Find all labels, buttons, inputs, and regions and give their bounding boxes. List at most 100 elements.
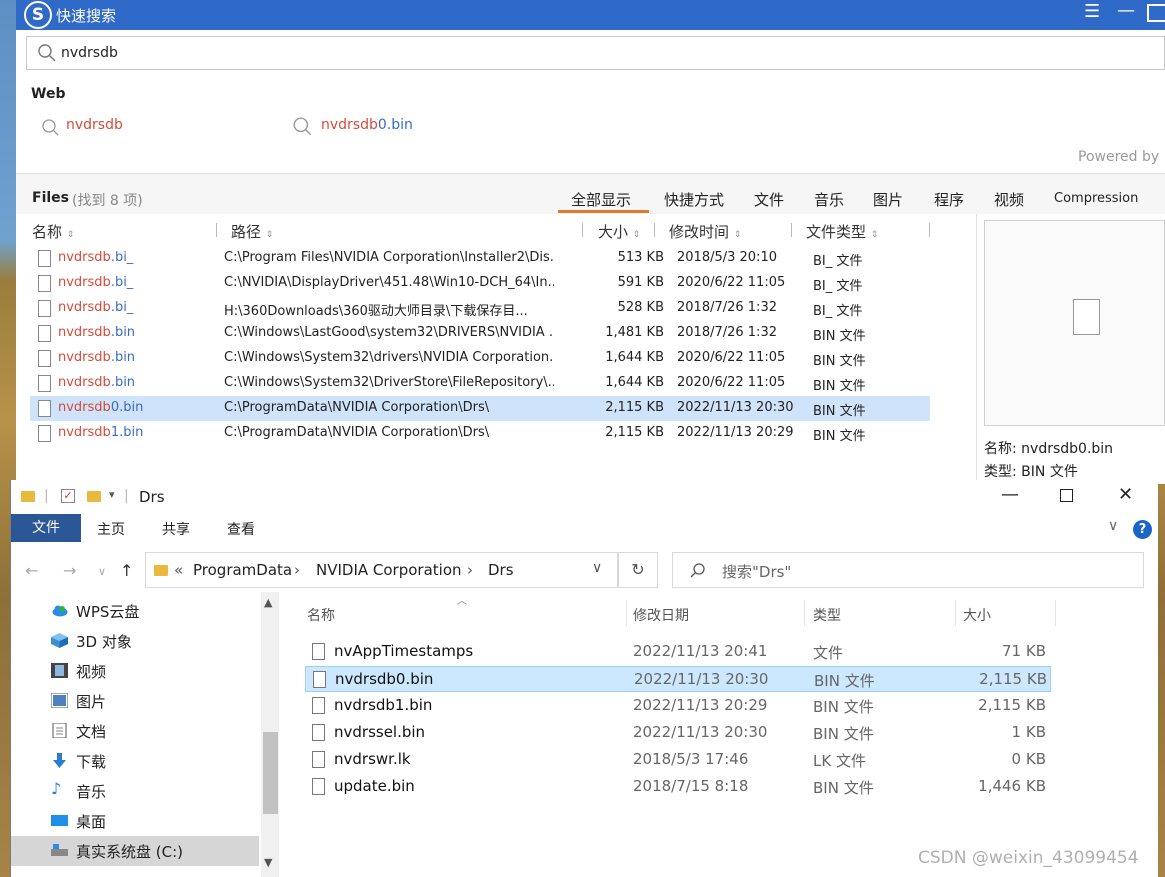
properties-icon[interactable]: ✓ [61, 489, 75, 503]
back-arrow-icon[interactable]: ← [25, 561, 38, 580]
result-row-selected[interactable]: nvdrsdb0.bin C:\ProgramData\NVIDIA Corpo… [30, 396, 930, 421]
nav-item-pictures[interactable]: 图片 [51, 686, 269, 716]
tab-all[interactable]: 全部显示 [571, 189, 631, 210]
result-path: C:\Windows\System32\drivers\NVIDIA Corpo… [224, 350, 554, 365]
breadcrumb-item[interactable]: Drs [488, 561, 514, 579]
search-input[interactable]: 搜索"Drs" [722, 561, 791, 582]
web-suggestion[interactable]: nvdrsdb0.bin [321, 117, 413, 133]
tab-shortcuts[interactable]: 快捷方式 [664, 189, 724, 210]
tab-music[interactable]: 音乐 [814, 189, 844, 210]
scrollbar-thumb[interactable] [263, 732, 278, 814]
nav-item-3d-objects[interactable]: 3D 对象 [51, 626, 269, 656]
tab-videos[interactable]: 视频 [994, 189, 1024, 210]
col-size[interactable]: 大小 ⇕ [598, 221, 640, 242]
col-name[interactable]: 名称 ⇕ [32, 221, 74, 242]
column-separator[interactable] [955, 600, 956, 626]
col-type[interactable]: 文件类型 ⇕ [806, 221, 878, 242]
column-separator[interactable] [216, 223, 217, 237]
nav-item-downloads[interactable]: 下载 [51, 746, 269, 776]
search-box[interactable]: nvdrsdb [26, 36, 1165, 70]
nav-item-music[interactable]: ♪ 音乐 [51, 776, 269, 806]
scroll-up-arrow-icon[interactable]: ▲ [264, 596, 272, 609]
column-separator[interactable] [626, 600, 627, 626]
tab-compression[interactable]: Compression [1054, 191, 1138, 206]
maximize-button[interactable] [1147, 4, 1165, 22]
customize-toolbar-icon[interactable]: ▾ [109, 488, 115, 501]
result-name: nvdrsdb.bi_ [58, 275, 133, 290]
result-row[interactable]: nvdrsdb.bi_ C:\NVIDIA\DisplayDriver\451.… [30, 271, 930, 296]
result-row[interactable]: nvdrsdb.bin C:\Windows\LastGood\system32… [30, 321, 930, 346]
file-row-selected[interactable]: nvdrsdb0.bin 2022/11/13 20:30 BIN 文件 2,1… [305, 666, 1051, 692]
powered-by-label: Powered by [1078, 149, 1160, 165]
search-input[interactable]: nvdrsdb [61, 45, 118, 61]
result-row[interactable]: nvdrsdb.bin C:\Windows\System32\DriverSt… [30, 371, 930, 396]
file-row[interactable]: nvAppTimestamps 2022/11/13 20:41 文件 71 K… [305, 639, 1051, 665]
file-icon [38, 400, 51, 417]
nav-item-documents[interactable]: 文档 [51, 716, 269, 746]
tab-view[interactable]: 查看 [227, 519, 255, 539]
new-folder-icon[interactable] [87, 491, 101, 502]
nav-item-desktop[interactable]: 桌面 [51, 806, 269, 836]
search-box[interactable]: 搜索"Drs" [672, 552, 1144, 588]
close-button[interactable]: ✕ [1118, 484, 1133, 505]
column-separator[interactable] [929, 223, 930, 237]
col-path[interactable]: 路径 ⇕ [231, 221, 273, 242]
nav-item-label: 下载 [76, 753, 107, 771]
minimize-button[interactable]: — [1117, 0, 1135, 21]
scroll-down-arrow-icon[interactable]: ▼ [264, 856, 272, 869]
sort-icon: ⇕ [733, 230, 742, 240]
result-path: C:\ProgramData\NVIDIA Corporation\Drs\ [224, 400, 490, 415]
recent-locations-icon[interactable]: ∨ [98, 565, 106, 578]
col-modified[interactable]: 修改时间 ⇕ [669, 221, 741, 242]
chevron-right-icon[interactable]: › [467, 561, 473, 579]
web-suggestion[interactable]: nvdrsdb [66, 117, 123, 133]
breadcrumb-item[interactable]: ProgramData [193, 561, 292, 579]
tab-files[interactable]: 文件 [754, 189, 784, 210]
up-arrow-icon[interactable]: ↑ [120, 561, 133, 580]
result-row[interactable]: nvdrsdb.bi_ C:\Program Files\NVIDIA Corp… [30, 246, 930, 271]
column-separator[interactable] [1055, 600, 1056, 626]
address-bar[interactable]: « ProgramData › NVIDIA Corporation › Drs… [145, 552, 618, 588]
tab-file[interactable]: 文件 [11, 514, 81, 542]
nav-item-videos[interactable]: 视频 [51, 656, 269, 686]
result-row[interactable]: nvdrsdb.bin C:\Windows\System32\drivers\… [30, 346, 930, 371]
col-size[interactable]: 大小 [963, 605, 991, 625]
column-separator[interactable] [804, 600, 805, 626]
result-row[interactable]: nvdrsdb.bi_ H:\360Downloads\360驱动大师目录\下载… [30, 296, 930, 321]
nav-item-system-drive[interactable]: 真实系统盘 (C:) [11, 836, 259, 866]
breadcrumb-overflow[interactable]: « [174, 561, 183, 579]
tab-programs[interactable]: 程序 [934, 189, 964, 210]
col-name[interactable]: 名称 [307, 605, 335, 625]
file-row[interactable]: nvdrswr.lk 2018/5/3 17:46 LK 文件 0 KB [305, 747, 1051, 773]
refresh-button[interactable]: ↻ [618, 552, 658, 588]
breadcrumb-item[interactable]: NVIDIA Corporation [316, 561, 462, 579]
result-name: nvdrsdb.bin [58, 325, 135, 340]
tab-pictures[interactable]: 图片 [873, 189, 903, 210]
sort-ascending-icon: ︿ [457, 596, 467, 607]
help-button[interactable]: ? [1133, 520, 1152, 539]
expand-ribbon-icon[interactable]: ∨ [1108, 518, 1118, 534]
menu-icon[interactable]: ☰ [1084, 1, 1100, 22]
minimize-button[interactable]: — [1001, 484, 1019, 505]
file-row[interactable]: nvdrssel.bin 2022/11/13 20:30 BIN 文件 1 K… [305, 720, 1051, 746]
chevron-down-icon[interactable]: ∨ [592, 560, 602, 576]
forward-arrow-icon[interactable]: → [63, 561, 76, 580]
cloud-icon [52, 605, 68, 617]
tab-share[interactable]: 共享 [162, 519, 190, 539]
tab-home[interactable]: 主页 [97, 519, 125, 539]
result-modified: 2022/11/13 20:30 [677, 400, 794, 415]
maximize-button[interactable] [1060, 489, 1073, 502]
chevron-right-icon[interactable]: › [294, 561, 300, 579]
column-separator[interactable] [791, 223, 792, 237]
col-type[interactable]: 类型 [813, 605, 841, 625]
col-modified[interactable]: 修改日期 [633, 605, 689, 625]
file-list: ︿ 名称 修改日期 类型 大小 nvAppTimestamps 2022/11/… [301, 592, 1081, 877]
file-row[interactable]: update.bin 2018/7/15 8:18 BIN 文件 1,446 K… [305, 774, 1051, 800]
folder-icon [21, 491, 35, 502]
file-row[interactable]: nvdrsdb1.bin 2022/11/13 20:29 BIN 文件 2,1… [305, 693, 1051, 719]
nav-item-wps-cloud[interactable]: WPS云盘 [51, 596, 269, 626]
result-row[interactable]: nvdrsdb1.bin C:\ProgramData\NVIDIA Corpo… [30, 421, 930, 446]
column-separator[interactable] [654, 223, 655, 237]
result-type: BIN 文件 [813, 379, 866, 394]
column-separator[interactable] [582, 223, 583, 237]
